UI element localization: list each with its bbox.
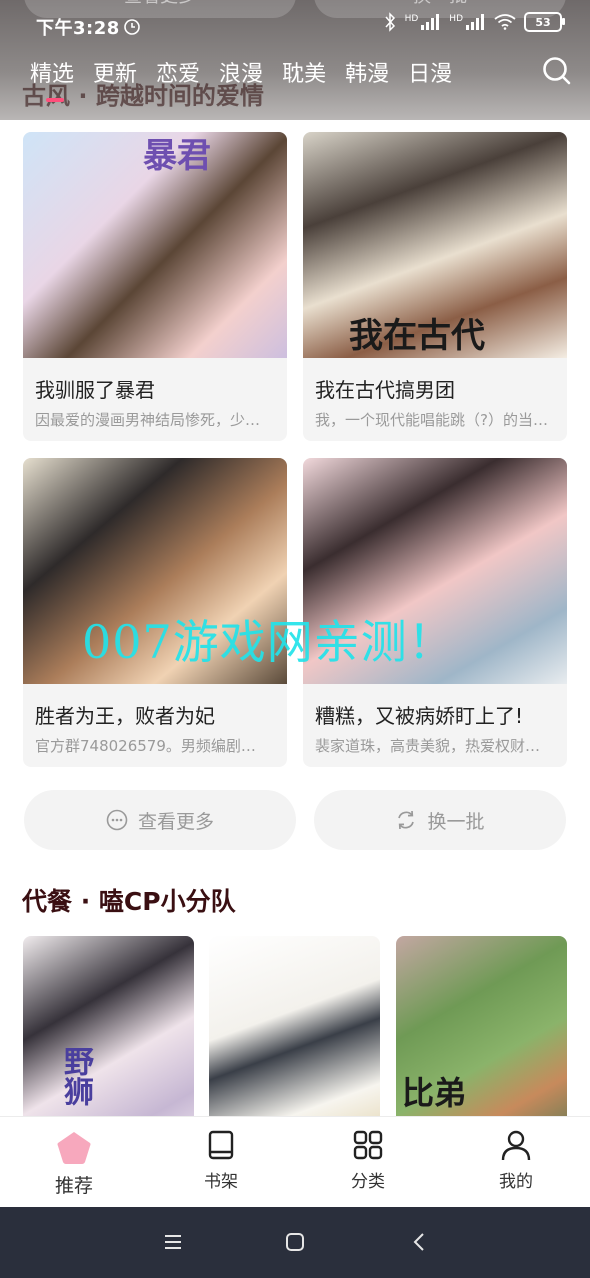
- signal-1: HD: [405, 14, 442, 30]
- tab-label: 我的: [499, 1172, 533, 1192]
- tab-label: 书架: [204, 1172, 238, 1192]
- grid-icon: [353, 1130, 383, 1160]
- user-icon: [501, 1130, 531, 1161]
- book-icon: [208, 1130, 234, 1160]
- tab-romance[interactable]: 恋爱: [156, 56, 200, 94]
- network-type-label: HD: [404, 14, 419, 24]
- status-time: 下午3:28: [36, 18, 120, 39]
- refresh-label: 换一批: [427, 810, 485, 833]
- cover-art-text: 野狮: [58, 1046, 93, 1106]
- bottom-tab-bar: 推荐 书架 分类 我的: [0, 1116, 590, 1208]
- comic-cover[interactable]: [209, 936, 380, 1136]
- comic-title: 糟糕，又被病娇盯上了!: [315, 704, 524, 728]
- comic-title: 我驯服了暴君: [35, 378, 155, 402]
- comic-title: 胜者为王，败者为妃: [35, 704, 215, 728]
- signal-2: HD: [449, 14, 486, 30]
- status-icons: HD HD 53: [383, 12, 565, 32]
- refresh-icon: [398, 810, 415, 830]
- watermark-text: 007游戏网亲测！: [82, 615, 455, 669]
- comic-cover: 我在古代: [303, 132, 567, 358]
- tab-label: 分类: [351, 1172, 385, 1192]
- tab-recommend[interactable]: 推荐: [29, 1129, 119, 1198]
- view-more-button[interactable]: 查看更多: [24, 790, 296, 850]
- status-bar: 下午3:28 HD HD 53: [0, 0, 590, 50]
- home-nav-icon[interactable]: [285, 1232, 305, 1252]
- network-type-label: HD: [449, 14, 463, 24]
- comic-description: 官方群748026579。男频编剧…: [35, 737, 256, 755]
- system-nav-bar: [0, 1207, 590, 1278]
- alarm-icon: [124, 19, 140, 35]
- signal-icon: [466, 14, 484, 30]
- menu-icon[interactable]: [163, 1232, 183, 1252]
- comic-card[interactable]: 我在古代 我在古代搞男团 我，一个现代能唱能跳（?）的当…: [303, 132, 567, 441]
- wifi-icon: [494, 14, 516, 30]
- comic-card[interactable]: 暴君 我驯服了暴君 因最爱的漫画男神结局惨死，少…: [23, 132, 287, 441]
- battery-icon: 53: [524, 12, 565, 32]
- cover-art-text: 比弟: [402, 1074, 467, 1112]
- cover-art-text: 我在古代: [349, 316, 485, 356]
- tab-updates[interactable]: 更新: [93, 56, 137, 94]
- battery-level: 53: [535, 15, 551, 29]
- tab-korean[interactable]: 韩漫: [345, 56, 389, 94]
- tab-romantic[interactable]: 浪漫: [219, 56, 263, 94]
- tab-label: 推荐: [54, 1175, 93, 1197]
- view-more-label: 查看更多: [137, 810, 214, 833]
- search-button[interactable]: [542, 56, 572, 90]
- comic-title: 我在古代搞男团: [315, 378, 455, 402]
- home-icon: [57, 1132, 91, 1164]
- back-icon[interactable]: [410, 1232, 430, 1252]
- bluetooth-icon: [385, 12, 395, 32]
- comic-cover: 暴君: [23, 132, 287, 358]
- category-tabs: 精选 更新 恋爱 浪漫 耽美 韩漫 日漫: [30, 56, 452, 102]
- comic-cover[interactable]: 野狮: [23, 936, 194, 1136]
- section-title: 代餐 · 嗑CP小分队: [22, 887, 236, 916]
- tab-category[interactable]: 分类: [323, 1129, 413, 1192]
- tab-bookshelf[interactable]: 书架: [176, 1129, 266, 1192]
- signal-icon: [421, 14, 440, 30]
- tab-japanese[interactable]: 日漫: [408, 56, 452, 94]
- search-icon: [543, 57, 571, 85]
- refresh-button[interactable]: 换一批: [314, 790, 566, 850]
- tab-profile[interactable]: 我的: [471, 1129, 561, 1192]
- comic-description: 裴家道珠，高贵美貌，热爱权财…: [315, 737, 541, 755]
- comic-description: 我，一个现代能唱能跳（?）的当…: [315, 411, 548, 429]
- top-header: 查看更多 换一批 下午3:28 HD HD: [0, 0, 590, 120]
- tab-featured[interactable]: 精选: [30, 56, 74, 102]
- tab-bl[interactable]: 耽美: [282, 56, 326, 94]
- cover-art-text: 暴君: [143, 136, 211, 176]
- comic-description: 因最爱的漫画男神结局惨死，少…: [35, 411, 261, 429]
- more-icon: [106, 809, 128, 831]
- comic-cover[interactable]: 比弟: [396, 936, 567, 1136]
